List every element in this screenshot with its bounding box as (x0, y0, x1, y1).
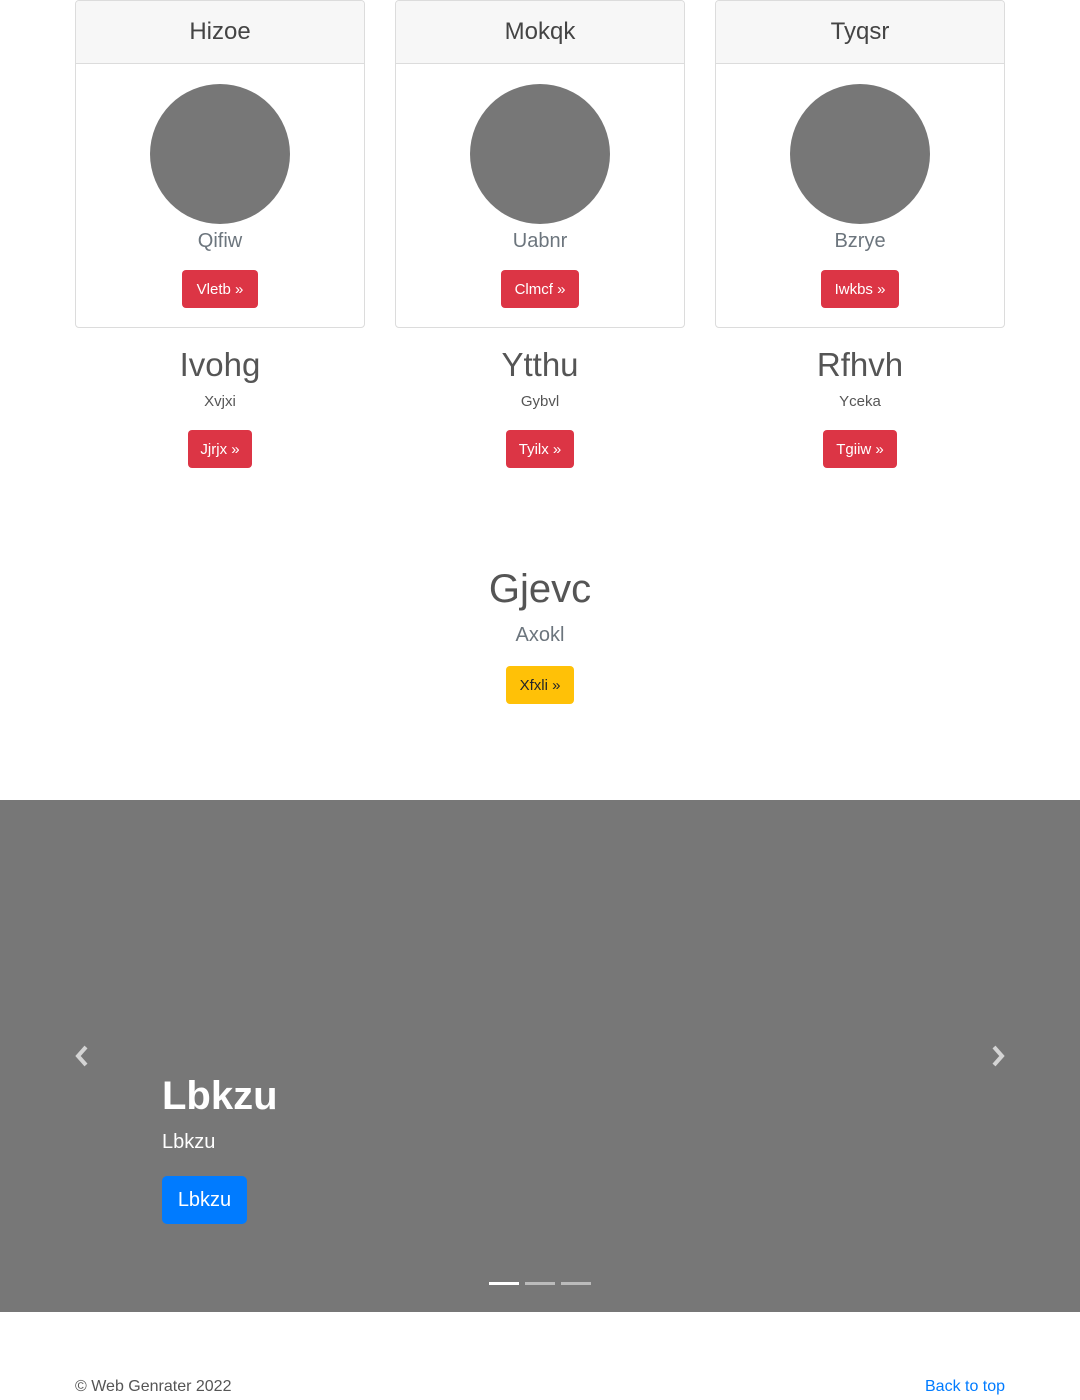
card-header: Hizoe (76, 1, 364, 64)
carousel-indicator-1[interactable] (489, 1282, 519, 1285)
carousel-title: Lbkzu (162, 1074, 278, 1118)
chevron-right-icon[interactable] (986, 1040, 1010, 1072)
carousel: Lbkzu Lbkzu Lbkzu (0, 800, 1080, 1312)
avatar-placeholder (150, 84, 290, 224)
back-to-top-link[interactable]: Back to top (925, 1378, 1005, 1396)
featured-subtitle: Axokl (515, 624, 565, 646)
chevron-left-icon[interactable] (70, 1040, 94, 1072)
card-subtitle: Qifiw (197, 230, 243, 252)
column-button[interactable]: Jjrjx » (188, 430, 252, 468)
column-heading: Rfhvh (816, 346, 904, 383)
carousel-indicators (489, 1282, 591, 1286)
column-text: Xvjxi (204, 393, 236, 410)
avatar-placeholder (790, 84, 930, 224)
carousel-indicator-2[interactable] (525, 1282, 555, 1285)
carousel-button[interactable]: Lbkzu (162, 1176, 247, 1224)
card-button[interactable]: Clmcf » (501, 270, 579, 308)
card-row: Hizoe Qifiw Vletb » Mokqk Uabnr Clmcf » … (75, 0, 1005, 328)
avatar-placeholder (470, 84, 610, 224)
card-subtitle: Uabnr (512, 230, 568, 252)
featured-button[interactable]: Xfxli » (506, 666, 574, 704)
column-heading: Ytthu (501, 346, 579, 383)
card-button[interactable]: Vletb » (182, 270, 258, 308)
card-2: Mokqk Uabnr Clmcf » (395, 0, 685, 328)
card-body: Bzrye Iwkbs » (716, 64, 1004, 327)
card-header: Tyqsr (716, 1, 1004, 64)
column-text: Yceka (839, 393, 881, 410)
carousel-indicator-3[interactable] (561, 1282, 591, 1285)
column-button[interactable]: Tgiiw » (823, 430, 897, 468)
card-button[interactable]: Iwkbs » (821, 270, 899, 308)
card-subtitle: Bzrye (834, 230, 886, 252)
footer-copyright: © Web Genrater 2022 (75, 1378, 232, 1395)
column-text: Gybvl (520, 393, 560, 410)
card-3: Tyqsr Bzrye Iwkbs » (715, 0, 1005, 328)
card-body: Qifiw Vletb » (76, 64, 364, 327)
card-header: Mokqk (396, 1, 684, 64)
carousel-subtitle: Lbkzu (162, 1131, 216, 1153)
featured-title: Gjevc (488, 567, 592, 611)
card-1: Hizoe Qifiw Vletb » (75, 0, 365, 328)
column-button[interactable]: Tyilx » (506, 430, 574, 468)
card-body: Uabnr Clmcf » (396, 64, 684, 327)
column-heading: Ivohg (179, 346, 261, 383)
